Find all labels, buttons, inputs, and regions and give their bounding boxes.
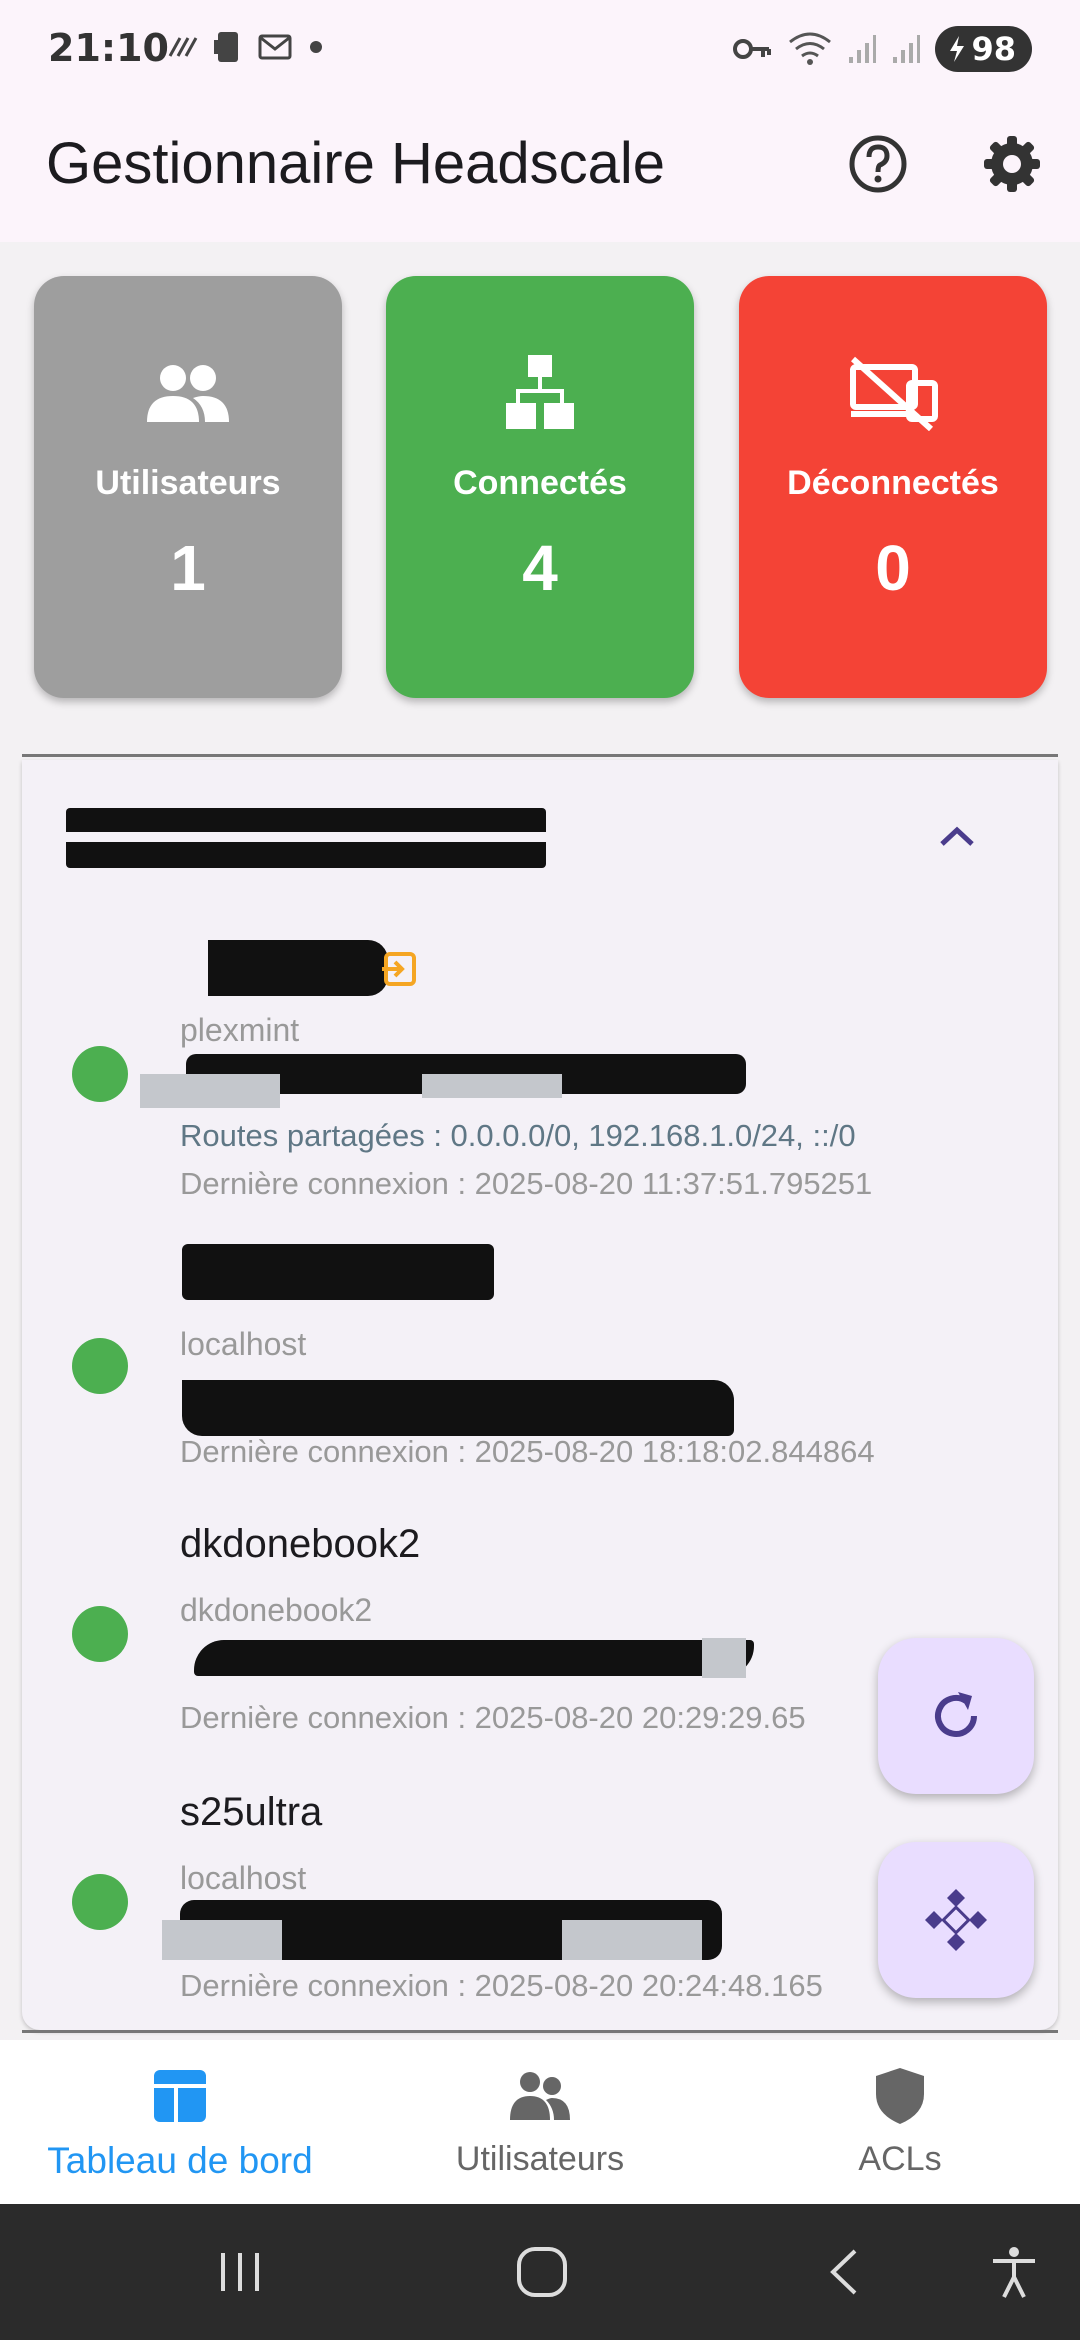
home-icon xyxy=(517,2247,567,2297)
recents-button[interactable] xyxy=(208,2240,272,2304)
nav-item-dashboard[interactable]: Tableau de bord xyxy=(0,2040,360,2204)
users-icon xyxy=(143,350,233,436)
dashboard-icon xyxy=(152,2066,208,2126)
online-status-dot xyxy=(72,1874,128,1930)
nav-item-acls[interactable]: ACLs xyxy=(720,2040,1080,2204)
shield-icon xyxy=(874,2066,926,2126)
network-nodes-icon xyxy=(925,1889,987,1951)
page-title: Gestionnaire Headscale xyxy=(46,131,666,196)
help-button[interactable] xyxy=(846,132,910,196)
redacted-ip-address xyxy=(702,1638,746,1678)
device-host: localhost xyxy=(180,1860,307,1896)
stat-value: 4 xyxy=(522,532,558,604)
mail-icon xyxy=(258,34,292,60)
redacted-ip-address xyxy=(422,1074,562,1098)
stat-card-users[interactable]: Utilisateurs 1 xyxy=(34,276,342,698)
back-button[interactable] xyxy=(814,2240,878,2304)
online-status-dot xyxy=(72,1606,128,1662)
stat-label: Connectés xyxy=(453,464,627,502)
help-icon xyxy=(849,135,907,193)
system-navigation-bar xyxy=(0,2204,1080,2340)
desktop-off-icon xyxy=(847,350,939,436)
refresh-icon xyxy=(935,1692,977,1737)
bottom-navigation: Tableau de bord Utilisateurs ACLs xyxy=(0,2040,1080,2204)
accessibility-button[interactable] xyxy=(982,2240,1046,2304)
nav-label: Tableau de bord xyxy=(47,2140,313,2181)
network-map-button[interactable] xyxy=(878,1842,1034,1998)
battery-level: 98 xyxy=(971,30,1016,68)
refresh-button[interactable] xyxy=(878,1638,1034,1794)
stat-card-connected[interactable]: Connectés 4 xyxy=(386,276,694,698)
user-devices-panel: plexmint Routes partagées : 0.0.0.0/0, 1… xyxy=(22,760,1058,2030)
redacted-ip-address xyxy=(182,1380,734,1436)
online-status-dot xyxy=(72,1338,128,1394)
status-time: 21:10 xyxy=(48,26,169,70)
device-host: localhost xyxy=(180,1326,307,1362)
redacted-ip-address xyxy=(140,1074,280,1108)
device-name: s25ultra xyxy=(180,1790,323,1834)
users-icon xyxy=(510,2066,570,2126)
redacted-device-name xyxy=(208,940,388,996)
exit-node-icon xyxy=(382,952,416,986)
settings-button[interactable] xyxy=(980,132,1044,196)
stat-value: 1 xyxy=(170,532,206,604)
nav-label: ACLs xyxy=(858,2140,942,2178)
cell-signal-icon xyxy=(893,35,921,63)
cell-signal-icon xyxy=(849,35,877,63)
stat-label: Déconnectés xyxy=(787,464,999,502)
stat-card-disconnected[interactable]: Déconnectés 0 xyxy=(739,276,1047,698)
device-last-seen: Dernière connexion : 2025-08-20 20:24:48… xyxy=(180,1968,823,2003)
settings-icon xyxy=(984,136,1040,192)
stat-value: 0 xyxy=(875,532,911,604)
redacted-ip-address xyxy=(162,1920,282,1960)
status-right-icons: 98 xyxy=(733,26,1032,72)
network-icon xyxy=(504,350,576,436)
collapse-button[interactable] xyxy=(932,812,982,862)
divider xyxy=(22,2030,1058,2033)
device-host: dkdonebook2 xyxy=(180,1592,373,1628)
nav-item-users[interactable]: Utilisateurs xyxy=(360,2040,720,2204)
sim-icon xyxy=(214,32,238,62)
redacted-device-name xyxy=(182,1244,494,1300)
device-routes: Routes partagées : 0.0.0.0/0, 192.168.1.… xyxy=(180,1118,856,1153)
redacted-user-name xyxy=(66,808,546,868)
vpn-key-icon xyxy=(733,39,772,59)
accessibility-icon xyxy=(993,2247,1035,2298)
stat-label: Utilisateurs xyxy=(95,464,281,502)
chevron-up-icon xyxy=(940,826,974,846)
device-last-seen: Dernière connexion : 2025-08-20 11:37:51… xyxy=(180,1166,873,1201)
redacted-ip-address xyxy=(194,1640,754,1676)
recents-icon xyxy=(221,2253,259,2291)
device-last-seen: Dernière connexion : 2025-08-20 20:29:29… xyxy=(180,1700,806,1735)
divider xyxy=(22,754,1058,757)
device-name: dkdonebook2 xyxy=(180,1522,421,1566)
battery-charging-icon xyxy=(950,36,965,62)
home-button[interactable] xyxy=(510,2240,574,2304)
dot-icon xyxy=(310,41,322,53)
signal-stripes-icon xyxy=(168,37,198,57)
device-last-seen: Dernière connexion : 2025-08-20 18:18:02… xyxy=(180,1434,875,1469)
redacted-ip-address xyxy=(562,1920,702,1960)
nav-label: Utilisateurs xyxy=(455,2140,625,2178)
battery-indicator: 98 xyxy=(935,26,1032,72)
device-host: plexmint xyxy=(180,1012,300,1048)
status-bar: 21:10 98 xyxy=(0,0,1080,100)
wifi-icon xyxy=(789,32,832,65)
app-bar: Gestionnaire Headscale xyxy=(0,100,1080,242)
status-left-icons xyxy=(166,30,326,64)
online-status-dot xyxy=(72,1046,128,1102)
back-icon xyxy=(830,2249,857,2295)
